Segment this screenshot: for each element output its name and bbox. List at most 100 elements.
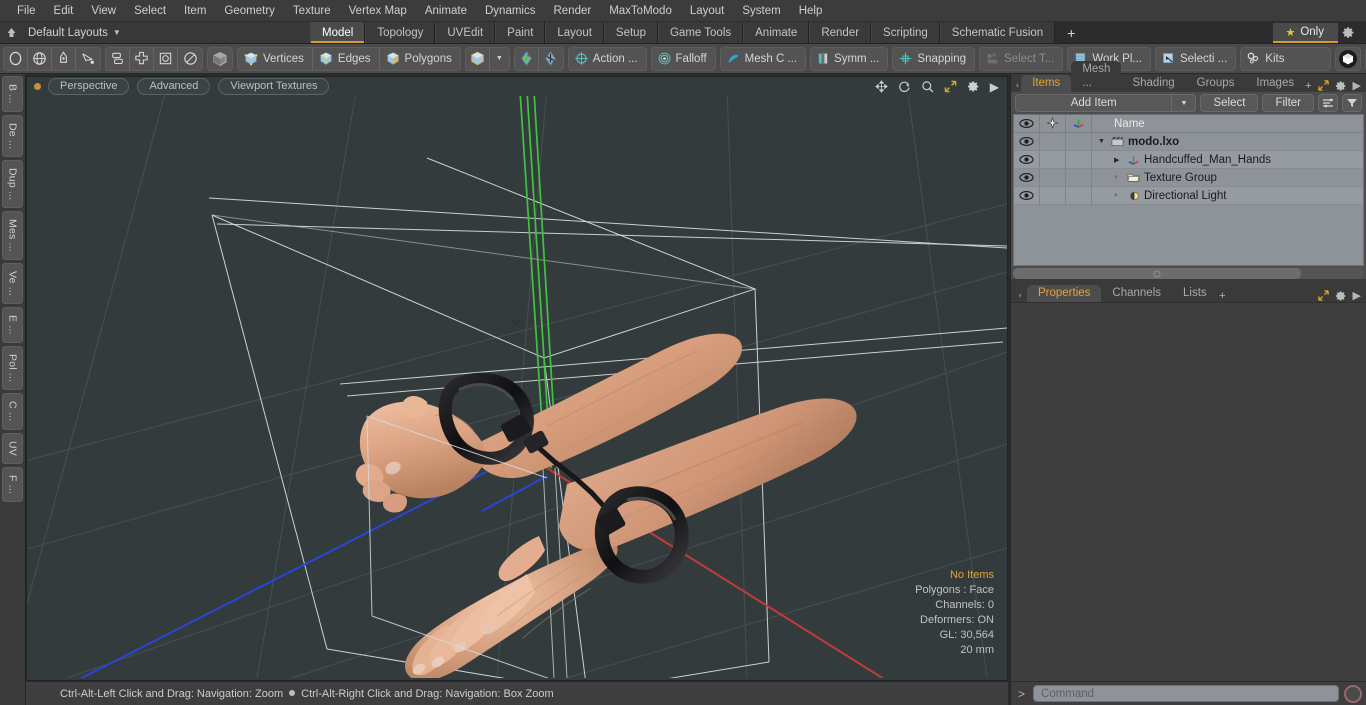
row-visibility-eye-icon[interactable]	[1014, 133, 1040, 150]
curve-tool-icon[interactable]	[76, 48, 100, 70]
vtab-basic[interactable]: B ...	[2, 76, 23, 112]
select-through-button[interactable]: Select T...	[980, 48, 1062, 70]
eye-icon[interactable]	[1014, 115, 1040, 132]
properties-maximize-icon[interactable]	[1317, 290, 1329, 301]
layout-tab-render[interactable]: Render	[809, 22, 872, 43]
selection-mode-polygons[interactable]: Polygons	[380, 48, 460, 70]
command-input[interactable]	[1033, 685, 1339, 702]
vtab-mesh[interactable]: Mes ...	[2, 211, 23, 261]
row-axis-cell[interactable]	[1066, 187, 1092, 204]
row-name-texture-group[interactable]: ▪ Texture Group	[1092, 169, 1363, 186]
table-row[interactable]: ▪ Texture Group	[1014, 169, 1363, 187]
viewport-3d[interactable]: ✕ No Items Polygons: Face Channels: 0 D…	[26, 96, 1008, 681]
menu-item-geometry[interactable]: Geometry	[215, 1, 284, 21]
action-center-button[interactable]: Action ...	[569, 48, 646, 70]
table-row[interactable]: ▪ Directional Light	[1014, 187, 1363, 205]
row-lock-cell[interactable]	[1040, 151, 1066, 168]
row-visibility-eye-icon[interactable]	[1014, 169, 1040, 186]
item-mode-dropdown-arrow[interactable]: ▼	[490, 55, 509, 62]
vtab-edge[interactable]: E ...	[2, 307, 23, 344]
mirror-icon[interactable]	[106, 47, 130, 70]
items-list-empty-area[interactable]	[1014, 205, 1363, 265]
menu-item-edit[interactable]: Edit	[45, 1, 83, 21]
add-layout-tab-button[interactable]: +	[1055, 22, 1088, 43]
mesh-constraint-button[interactable]: Mesh C ...	[721, 48, 805, 70]
menu-item-render[interactable]: Render	[544, 1, 600, 21]
menu-item-vertex-map[interactable]: Vertex Map	[340, 1, 416, 21]
array-icon[interactable]	[130, 47, 154, 70]
menu-item-select[interactable]: Select	[125, 1, 175, 21]
row-name-directional-light[interactable]: ▪ Directional Light	[1092, 187, 1363, 204]
menu-item-file[interactable]: File	[8, 1, 45, 21]
axis-pivot-icon[interactable]	[539, 48, 563, 70]
scrollbar-thumb[interactable]	[1013, 268, 1301, 279]
items-list[interactable]: Name ▼ modo.lxo ▶ Handcuffed_Man_Hands ▪…	[1013, 114, 1364, 266]
vtab-duplicate[interactable]: Dup ...	[2, 159, 23, 209]
layout-tab-layout[interactable]: Layout	[545, 22, 604, 43]
selection-sets-button[interactable]: Selecti ...	[1156, 48, 1235, 70]
row-name-mesh[interactable]: ▶ Handcuffed_Man_Hands	[1092, 151, 1363, 168]
row-name-scene[interactable]: ▼ modo.lxo	[1092, 133, 1363, 150]
panel-tab-items[interactable]: Items	[1021, 75, 1072, 92]
menu-item-system[interactable]: System	[733, 1, 789, 21]
layout-tab-scripting[interactable]: Scripting	[871, 22, 940, 43]
row-lock-cell[interactable]	[1040, 187, 1066, 204]
center-pivot-icon[interactable]	[515, 47, 539, 70]
rotate-icon[interactable]	[898, 80, 911, 93]
snapping-button[interactable]: Snapping	[893, 48, 974, 70]
filter-button[interactable]: Filter	[1262, 94, 1314, 112]
layout-tab-animate[interactable]: Animate	[743, 22, 810, 43]
vtab-command[interactable]: C ...	[2, 393, 23, 430]
row-lock-cell[interactable]	[1040, 133, 1066, 150]
symmetry-button[interactable]: Symm ...	[811, 48, 887, 70]
row-visibility-eye-icon[interactable]	[1014, 187, 1040, 204]
collapse-triangle-icon[interactable]: ▶	[1114, 156, 1123, 164]
panel-maximize-icon[interactable]	[1317, 80, 1329, 91]
viewport-shading-mode-button[interactable]: Advanced	[137, 78, 211, 95]
selection-mode-vertices[interactable]: Vertices	[238, 47, 313, 70]
panel-tab-groups[interactable]: Groups	[1185, 75, 1246, 92]
pen-tool-icon[interactable]	[52, 47, 76, 70]
zoom-icon[interactable]	[921, 80, 934, 93]
cube-solo-icon[interactable]	[208, 48, 232, 70]
properties-more-arrow-icon[interactable]: ▶	[1353, 289, 1361, 302]
modo-ball-icon[interactable]	[1336, 48, 1360, 70]
panel-settings-gear-icon[interactable]	[1335, 80, 1347, 92]
panel-tab-channels[interactable]: Channels	[1101, 285, 1173, 302]
menu-item-texture[interactable]: Texture	[284, 1, 340, 21]
menu-item-help[interactable]: Help	[790, 1, 832, 21]
menu-item-animate[interactable]: Animate	[416, 1, 476, 21]
layout-tab-setup[interactable]: Setup	[603, 22, 658, 43]
circle-shape-icon[interactable]	[4, 47, 28, 70]
viewport-more-arrow-icon[interactable]: ▶	[990, 81, 999, 93]
globe-shape-icon[interactable]	[28, 47, 52, 70]
pan-icon[interactable]	[875, 80, 888, 93]
gear-icon[interactable]	[1342, 26, 1364, 39]
item-cube-icon[interactable]	[466, 47, 490, 70]
row-axis-cell[interactable]	[1066, 151, 1092, 168]
vtab-uv[interactable]: UV	[2, 432, 23, 464]
falloff-button[interactable]: Falloff	[652, 48, 715, 70]
layout-tab-game-tools[interactable]: Game Tools	[657, 22, 744, 43]
vtab-vertex[interactable]: Ve ...	[2, 263, 23, 305]
panel-tab-lists[interactable]: Lists	[1172, 285, 1218, 302]
properties-settings-gear-icon[interactable]	[1335, 290, 1347, 302]
row-visibility-eye-icon[interactable]	[1014, 151, 1040, 168]
kits-button[interactable]: Kits	[1241, 48, 1330, 70]
ellipse-icon[interactable]	[178, 48, 202, 70]
panel-tab-mesh[interactable]: Mesh ...	[1071, 61, 1122, 92]
layout-tab-paint[interactable]: Paint	[495, 22, 546, 43]
row-axis-cell[interactable]	[1066, 133, 1092, 150]
properties-panel-body[interactable]	[1011, 302, 1366, 681]
add-properties-tab-button[interactable]: +	[1219, 290, 1225, 302]
panel-menu-knob-icon[interactable]: ◖	[1013, 78, 1021, 92]
viewport-menu-dot-icon[interactable]	[34, 83, 41, 90]
vtab-fusion[interactable]: F ...	[2, 466, 23, 502]
menu-item-layout[interactable]: Layout	[681, 1, 734, 21]
record-macro-button[interactable]	[1344, 684, 1362, 703]
panel-tab-images[interactable]: Images	[1245, 75, 1306, 92]
list-options-icon[interactable]	[1318, 94, 1338, 112]
layout-selector[interactable]: Default Layouts ▼	[0, 22, 310, 43]
add-panel-tab-button[interactable]: +	[1305, 80, 1311, 92]
panel-more-arrow-icon[interactable]: ▶	[1353, 79, 1361, 92]
